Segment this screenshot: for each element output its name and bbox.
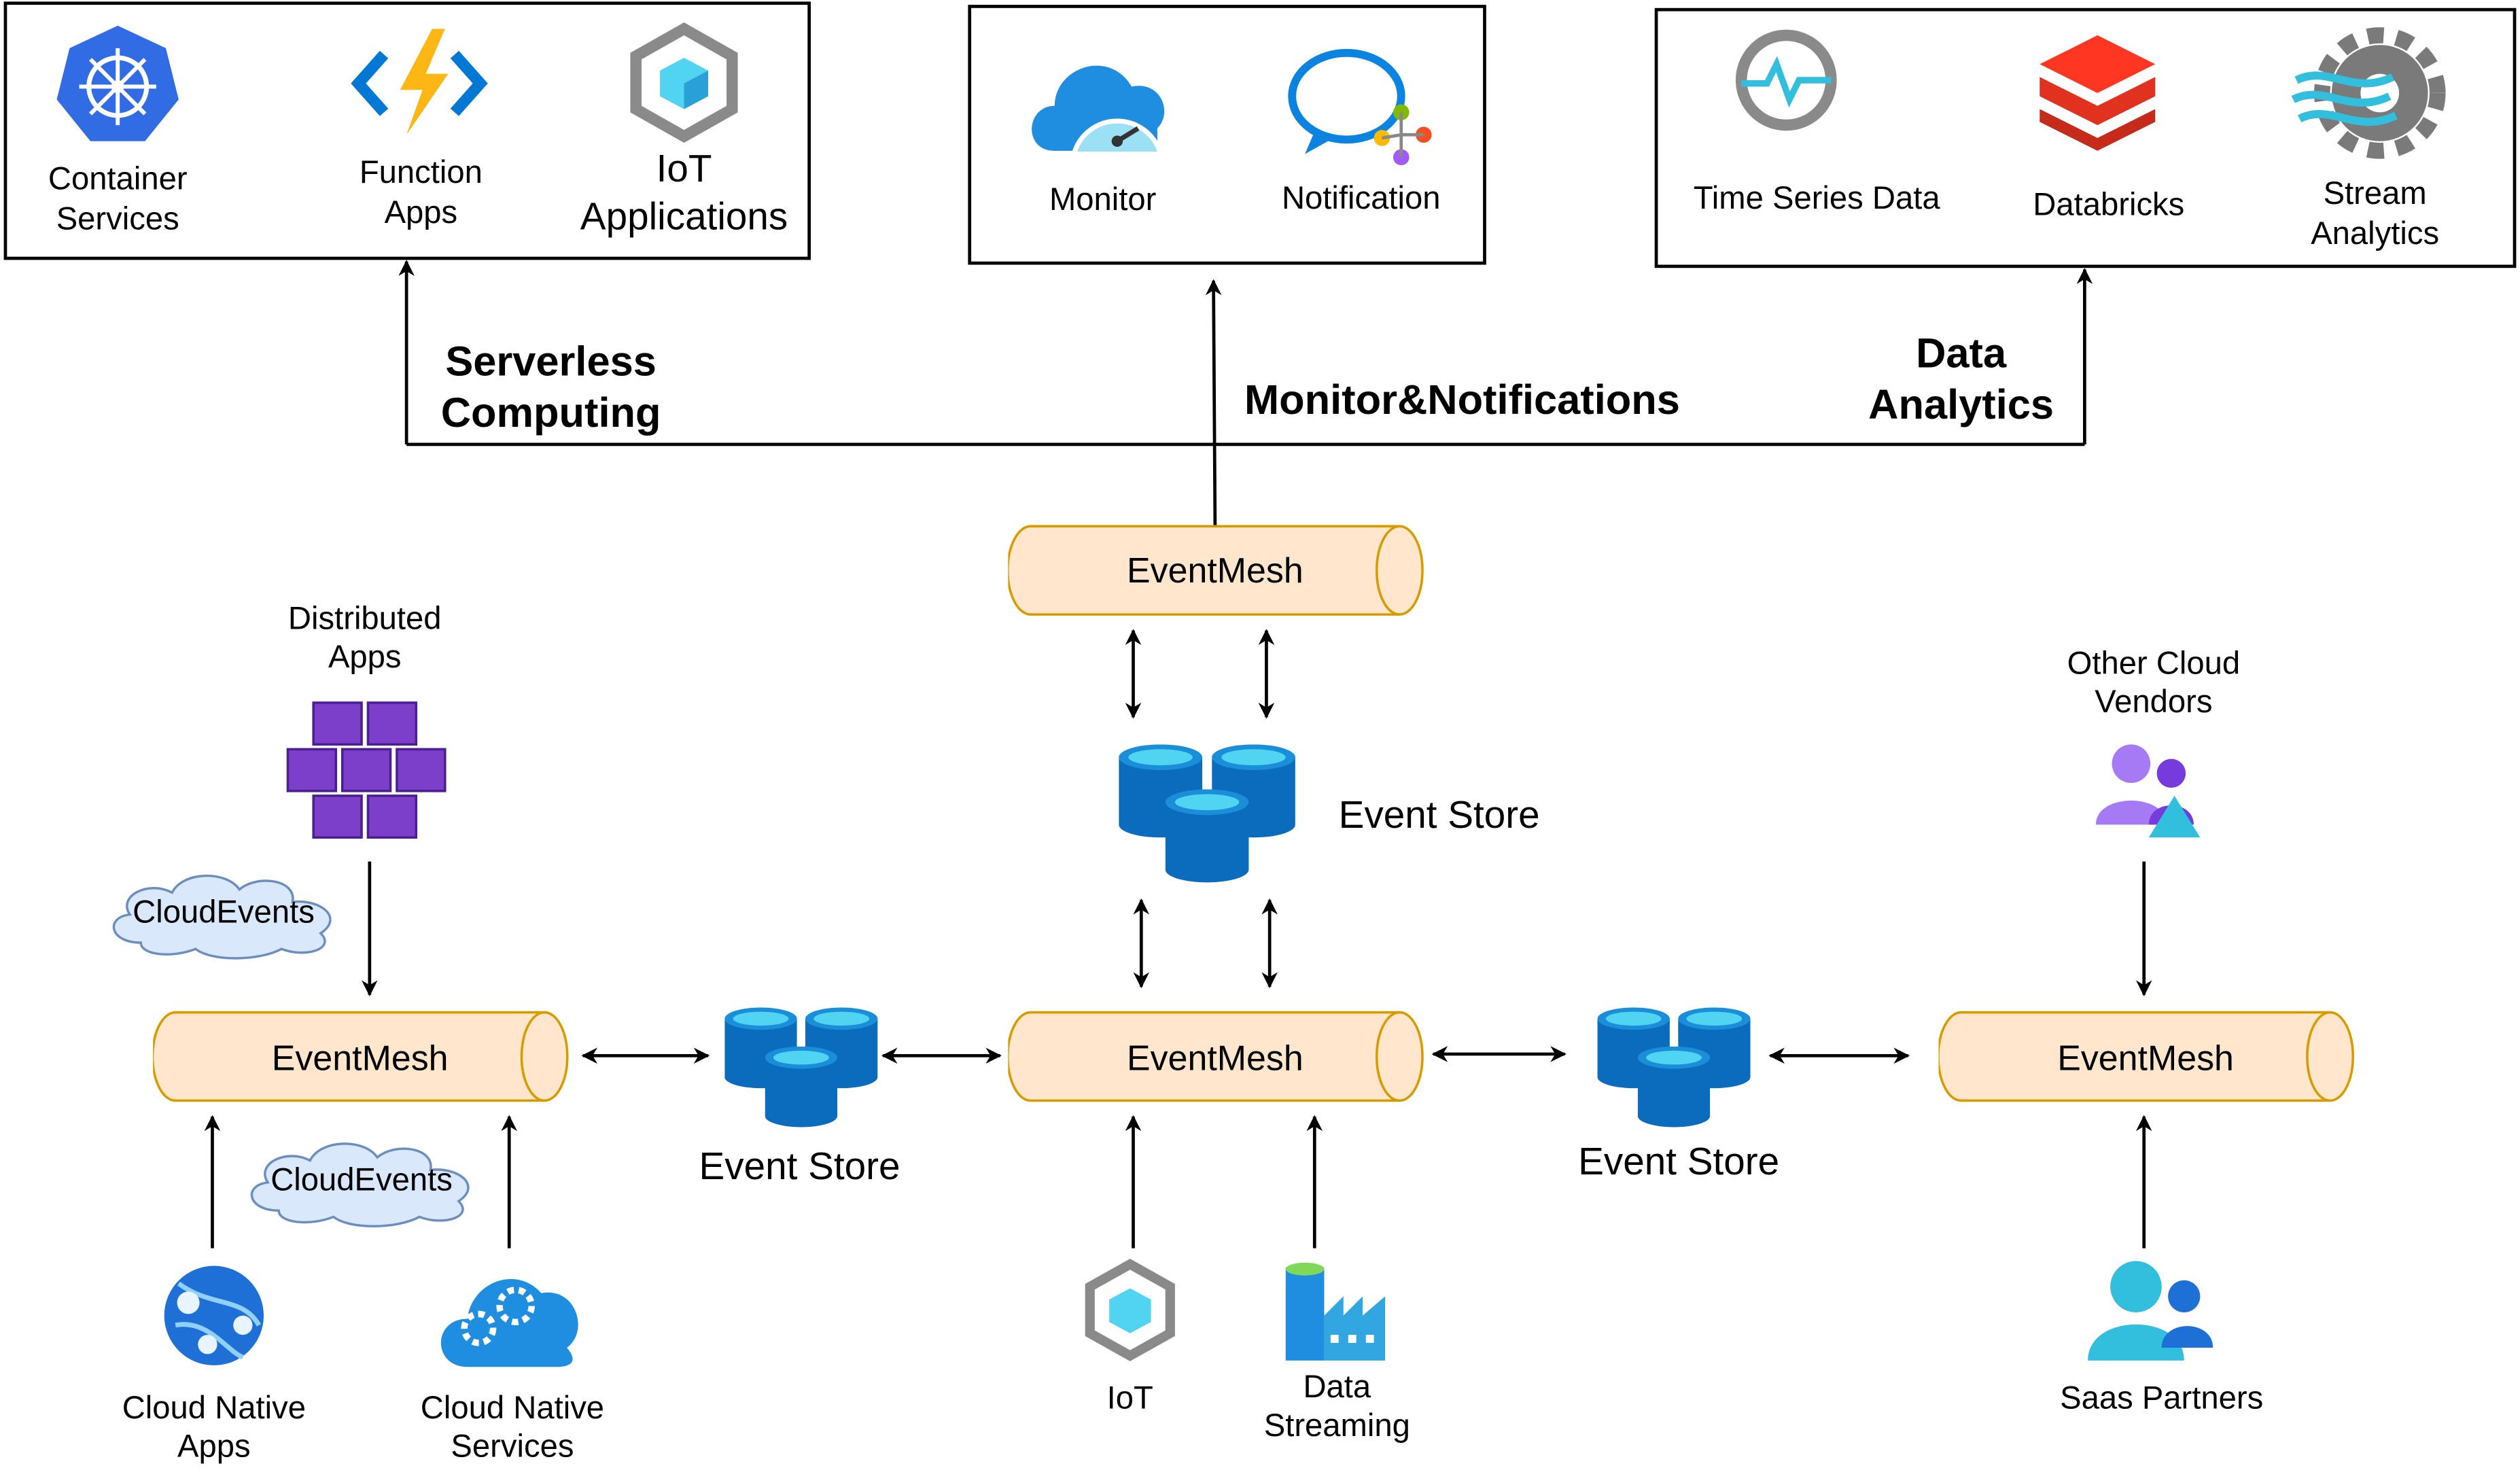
cloud-native-services-icon (440, 1279, 578, 1367)
distributed-apps-icon (286, 701, 447, 839)
compute-group: Container Services Function Apps IoT App… (3, 1, 811, 260)
monitor-notifications-label: Monitor&Notifications (1244, 377, 1680, 423)
event-store-top-label: Event Store (1339, 794, 1540, 837)
event-mesh-top-label: EventMesh (1127, 551, 1303, 591)
event-store-right-icon (1598, 1007, 1751, 1127)
serverless-label: Serverless (445, 338, 656, 385)
monitor-group: Monitor Notification (968, 5, 1486, 265)
monitor-label: Monitor (1049, 181, 1156, 217)
function-apps-label: Function (360, 154, 483, 190)
notification-label: Notification (1282, 180, 1441, 216)
event-store-left-icon (724, 1007, 877, 1127)
cloud-native-apps-label-2: Apps (177, 1428, 251, 1464)
container-services-label: Container (48, 161, 188, 197)
event-store-right-label: Event Store (1578, 1140, 1779, 1183)
iot-icon (1085, 1259, 1175, 1361)
function-apps-label-2: Apps (385, 194, 458, 230)
cloudevents-label-2: CloudEvents (270, 1162, 453, 1198)
event-store-top-icon (1119, 744, 1295, 882)
cloudevents-label-1: CloudEvents (133, 894, 315, 930)
data-analytics-label-2: Analytics (1868, 381, 2054, 428)
event-store-left-label: Event Store (699, 1145, 900, 1188)
databricks-label: Databricks (2033, 186, 2184, 222)
architecture-diagram: Container Services Function Apps IoT App… (3, 1, 2517, 1464)
saas-partners-icon (2088, 1261, 2213, 1361)
event-mesh-right-label: EventMesh (2057, 1039, 2234, 1079)
serverless-label-2: Computing (441, 389, 661, 436)
saas-partners-label: Saas Partners (2060, 1380, 2263, 1416)
data-streaming-icon (1285, 1262, 1386, 1361)
distributed-apps-label: Distributed (288, 600, 442, 636)
distributed-apps-label-2: Apps (328, 639, 402, 675)
data-analytics-label: Data (1916, 330, 2007, 377)
cloud-native-apps-label: Cloud Native (122, 1390, 306, 1426)
cloud-native-services-label-2: Services (451, 1428, 574, 1464)
iot-applications-label-2: Applications (580, 196, 788, 239)
event-mesh-center-label: EventMesh (1127, 1039, 1303, 1079)
event-mesh-left-label: EventMesh (272, 1039, 449, 1079)
stream-analytics-label: Stream (2324, 175, 2427, 211)
stream-analytics-label-2: Analytics (2311, 215, 2439, 251)
data-streaming-label-2: Streaming (1264, 1408, 1410, 1444)
other-cloud-vendors-icon (2095, 744, 2201, 838)
iot-label: IoT (1107, 1380, 1153, 1416)
container-services-label-2: Services (56, 201, 179, 237)
arrows (204, 629, 2152, 1248)
other-cloud-label-2: Vendors (2095, 684, 2212, 720)
cloud-native-services-label: Cloud Native (421, 1390, 604, 1426)
data-streaming-label: Data (1303, 1369, 1371, 1405)
other-cloud-label: Other Cloud (2067, 645, 2241, 681)
time-series-label: Time Series Data (1694, 180, 1941, 216)
iot-applications-label: IoT (657, 147, 712, 190)
cloud-native-apps-icon (164, 1265, 264, 1365)
analytics-group: Time Series Data Databricks Stream Analy… (1654, 7, 2517, 268)
